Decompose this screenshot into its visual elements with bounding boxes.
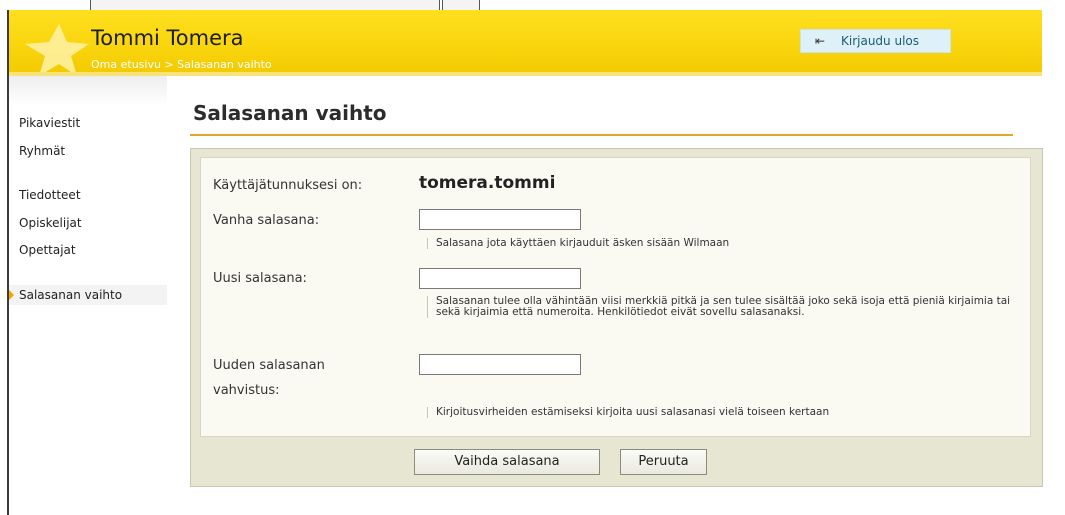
- sidebar-item-opiskelijat[interactable]: Opiskelijat: [19, 216, 82, 230]
- sidebar-shade: [9, 76, 167, 106]
- logout-button[interactable]: ⇤ Kirjaudu ulos: [800, 29, 951, 53]
- confirm-password-input[interactable]: [419, 354, 581, 375]
- new-password-hint: Salasanan tulee olla vähintään viisi mer…: [427, 296, 1026, 318]
- breadcrumb: Oma etusivu > Salasanan vaihto: [91, 58, 272, 71]
- page-header: Tommi Tomera Oma etusivu > Salasanan vai…: [9, 10, 1042, 76]
- username-label: Käyttäjätunnuksesi on:: [213, 178, 363, 193]
- confirm-password-label-line1: Uuden salasanan: [213, 358, 325, 373]
- sidebar: Pikaviestit Ryhmät Tiedotteet Opiskelija…: [9, 76, 167, 515]
- background-tab[interactable]: [442, 0, 480, 10]
- change-password-button[interactable]: Vaihda salasana: [414, 449, 600, 475]
- window-top-strip: [0, 0, 1065, 10]
- new-password-label: Uusi salasana:: [213, 271, 307, 286]
- breadcrumb-current: Salasanan vaihto: [177, 58, 272, 71]
- sidebar-item-opettajat[interactable]: Opettajat: [19, 243, 76, 257]
- old-password-label: Vanha salasana:: [213, 213, 320, 228]
- old-password-input[interactable]: [419, 209, 581, 230]
- sidebar-item-pikaviestit[interactable]: Pikaviestit: [19, 116, 80, 130]
- old-password-hint: Salasana jota käyttäen kirjauduit äsken …: [427, 238, 729, 249]
- title-divider: [190, 134, 1013, 136]
- background-tab[interactable]: [90, 0, 440, 10]
- page-title: Salasanan vaihto: [193, 101, 387, 125]
- new-password-input[interactable]: [419, 268, 581, 289]
- sidebar-item-ryhmat[interactable]: Ryhmät: [19, 144, 65, 158]
- logout-icon: ⇤: [815, 34, 826, 48]
- sidebar-item-label: Salasanan vaihto: [19, 288, 123, 302]
- cancel-button[interactable]: Peruuta: [620, 449, 707, 475]
- confirm-password-label-line2: vahvistus:: [213, 383, 280, 398]
- confirm-password-hint: Kirjoitusvirheiden estämiseksi kirjoita …: [427, 407, 829, 418]
- breadcrumb-separator: >: [160, 58, 178, 71]
- star-logo-icon: [25, 24, 89, 76]
- active-arrow-icon: [9, 290, 14, 300]
- logout-label: Kirjaudu ulos: [841, 34, 919, 48]
- breadcrumb-home-link[interactable]: Oma etusivu: [91, 58, 161, 71]
- username-value: tomera.tommi: [419, 173, 556, 193]
- sidebar-item-salasanan-vaihto[interactable]: Salasanan vaihto: [9, 285, 167, 305]
- user-name: Tommi Tomera: [91, 26, 244, 50]
- sidebar-item-tiedotteet[interactable]: Tiedotteet: [19, 188, 81, 202]
